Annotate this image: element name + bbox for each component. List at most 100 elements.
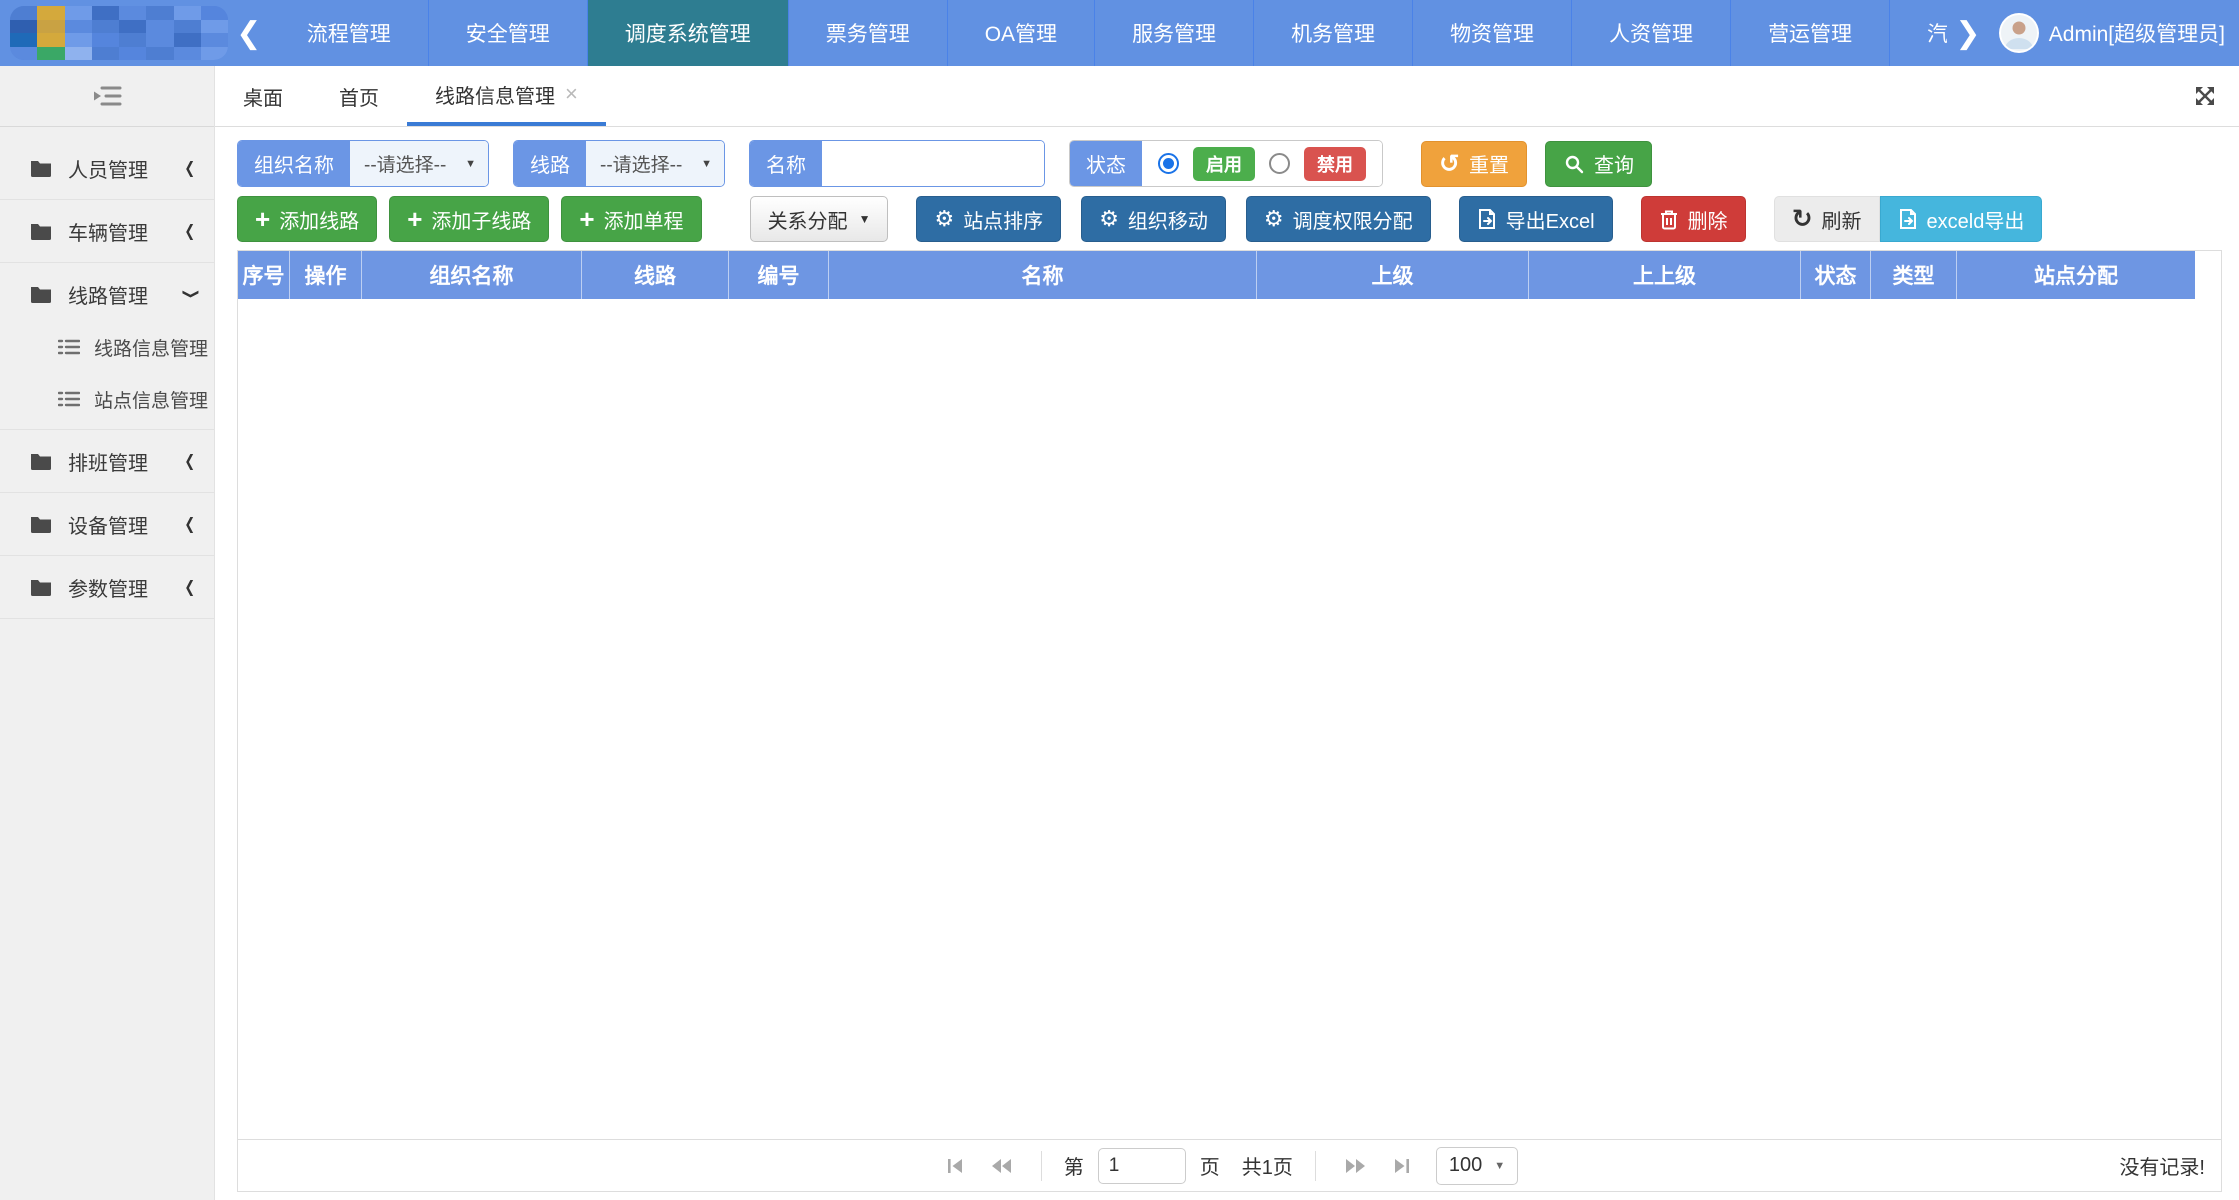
sidebar-item-vehicles[interactable]: 车辆管理 ❮: [0, 204, 214, 258]
chevron-left-icon: ❮: [184, 577, 195, 597]
refresh-button[interactable]: ↻ 刷新: [1774, 196, 1880, 242]
sidebar-item-parameters[interactable]: 参数管理 ❮: [0, 560, 214, 614]
nav-item-hr[interactable]: 人资管理: [1571, 0, 1730, 66]
column-header-status[interactable]: 状态: [1801, 251, 1871, 299]
user-menu[interactable]: Admin[超级管理员]: [1993, 0, 2239, 66]
button-label: 添加单程: [604, 205, 684, 234]
sidebar-item-label: 排班管理: [68, 447, 183, 476]
sidebar: 人员管理 ❮ 车辆管理 ❮ 线路管理 ❮: [0, 66, 215, 1200]
column-header-code[interactable]: 编号: [729, 251, 829, 299]
pager-divider: [1041, 1151, 1042, 1181]
fullscreen-icon[interactable]: [2193, 66, 2217, 126]
add-line-button[interactable]: + 添加线路: [237, 196, 377, 242]
sidebar-item-scheduling[interactable]: 排班管理 ❮: [0, 434, 214, 488]
nav-item-materials[interactable]: 物资管理: [1412, 0, 1571, 66]
nav-scroll-right-icon[interactable]: ❯: [1947, 0, 1989, 66]
file-export-icon: [1477, 208, 1497, 230]
nav-scroll-left-icon[interactable]: ❮: [228, 0, 270, 66]
button-label: 添加子线路: [431, 205, 531, 234]
relation-assign-dropdown[interactable]: 关系分配 ▼: [750, 196, 889, 242]
nav-item-safety[interactable]: 安全管理: [428, 0, 587, 66]
column-header-line[interactable]: 线路: [582, 251, 729, 299]
sidebar-item-label: 设备管理: [68, 510, 183, 539]
tab-desktop[interactable]: 桌面: [215, 66, 311, 126]
add-one-way-button[interactable]: + 添加单程: [561, 196, 701, 242]
export-excel-button[interactable]: 导出Excel: [1459, 196, 1613, 242]
prev-page-icon[interactable]: [985, 1155, 1019, 1177]
menu-fold-icon[interactable]: [92, 84, 122, 108]
nav-item-operations[interactable]: 营运管理: [1730, 0, 1889, 66]
line-select[interactable]: --请选择-- ▼: [586, 141, 724, 186]
status-enabled-radio[interactable]: [1158, 153, 1179, 174]
exceld-export-button[interactable]: exceld导出: [1880, 196, 2043, 242]
column-header-name[interactable]: 名称: [829, 251, 1257, 299]
column-header-station-assign[interactable]: 站点分配: [1957, 251, 2195, 299]
page-size-select[interactable]: 100 ▼: [1436, 1147, 1518, 1185]
nav-item-process[interactable]: 流程管理: [270, 0, 428, 66]
search-button[interactable]: 查询: [1545, 141, 1652, 187]
status-disabled-badge: 禁用: [1304, 147, 1366, 181]
column-header-index[interactable]: 序号: [238, 251, 290, 299]
nav-menu: 流程管理 安全管理 调度系统管理 票务管理 OA管理 服务管理 机务管理 物资管…: [270, 0, 1947, 66]
list-icon: [58, 390, 80, 408]
nav-item-ticketing[interactable]: 票务管理: [788, 0, 947, 66]
status-enabled-badge: 启用: [1193, 147, 1255, 181]
org-name-select[interactable]: --请选择-- ▼: [350, 141, 488, 186]
column-header-grandparent[interactable]: 上上级: [1529, 251, 1801, 299]
delete-button[interactable]: 删除: [1641, 196, 1746, 242]
first-page-icon[interactable]: [941, 1155, 971, 1177]
add-sub-line-button[interactable]: + 添加子线路: [389, 196, 549, 242]
folder-icon: [30, 578, 52, 596]
org-move-button[interactable]: ⚙ 组织移动: [1081, 196, 1226, 242]
close-icon[interactable]: ×: [565, 81, 578, 107]
chevron-left-icon: ❮: [184, 158, 195, 178]
chevron-left-icon: ❮: [184, 451, 195, 471]
filter-row: 组织名称 --请选择-- ▼ 线路 --请选择-- ▼ 名称 状态 启用 禁用: [237, 140, 2222, 187]
tab-home[interactable]: 首页: [311, 66, 407, 126]
name-input[interactable]: [822, 141, 1044, 186]
button-label: 调度权限分配: [1293, 205, 1413, 234]
sidebar-subitem-label: 线路信息管理: [94, 334, 208, 361]
last-page-icon[interactable]: [1386, 1155, 1416, 1177]
app-logo-mosaic: [10, 6, 228, 60]
sidebar-item-label: 参数管理: [68, 573, 183, 602]
button-label: 关系分配: [768, 205, 848, 234]
column-header-parent[interactable]: 上级: [1257, 251, 1529, 299]
button-label: 刷新: [1822, 205, 1862, 234]
sidebar-subitem-label: 站点信息管理: [94, 386, 208, 413]
folder-icon: [30, 222, 52, 240]
column-header-type[interactable]: 类型: [1871, 251, 1957, 299]
column-header-actions[interactable]: 操作: [290, 251, 362, 299]
nav-item-vehicle-repair-clipped[interactable]: 汽修: [1889, 0, 1947, 66]
sidebar-item-equipment[interactable]: 设备管理 ❮: [0, 497, 214, 551]
nav-item-dispatch-system[interactable]: 调度系统管理: [587, 0, 788, 66]
chevron-down-icon: ❮: [179, 289, 199, 300]
caret-down-icon: ▼: [465, 158, 476, 170]
reset-button[interactable]: ↺ 重置: [1421, 141, 1527, 187]
sidebar-item-station-info[interactable]: 站点信息管理: [0, 373, 214, 425]
tab-line-info[interactable]: 线路信息管理 ×: [407, 66, 606, 126]
file-export-icon: [1898, 208, 1918, 230]
sidebar-item-line-info[interactable]: 线路信息管理: [0, 321, 214, 373]
button-label: 添加线路: [279, 205, 359, 234]
avatar[interactable]: [1999, 13, 2039, 53]
sidebar-item-lines[interactable]: 线路管理 ❮: [0, 267, 214, 321]
nav-item-service[interactable]: 服务管理: [1094, 0, 1253, 66]
next-page-icon[interactable]: [1338, 1155, 1372, 1177]
page-input[interactable]: [1098, 1148, 1186, 1184]
sidebar-item-personnel[interactable]: 人员管理 ❮: [0, 141, 214, 195]
user-name: Admin[超级管理员]: [2049, 18, 2225, 48]
nav-item-machinery[interactable]: 机务管理: [1253, 0, 1412, 66]
org-name-selected-value: --请选择--: [364, 150, 446, 177]
top-nav: ❮ 流程管理 安全管理 调度系统管理 票务管理 OA管理 服务管理 机务管理 物…: [0, 0, 2239, 66]
grid-header: 序号 操作 组织名称 线路 编号 名称 上级 上上级 状态 类型 站点分配: [238, 251, 2195, 299]
dispatch-permission-button[interactable]: ⚙ 调度权限分配: [1246, 196, 1431, 242]
list-icon: [58, 338, 80, 356]
status-disabled-radio[interactable]: [1269, 153, 1290, 174]
column-header-org-name[interactable]: 组织名称: [362, 251, 582, 299]
tab-label: 首页: [339, 82, 379, 111]
sidebar-item-label: 人员管理: [68, 154, 183, 183]
station-sort-button[interactable]: ⚙ 站点排序: [916, 196, 1061, 242]
nav-item-oa[interactable]: OA管理: [947, 0, 1094, 66]
folder-icon: [30, 285, 52, 303]
